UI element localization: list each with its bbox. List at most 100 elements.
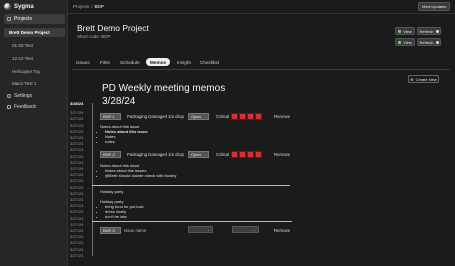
critical-level-box[interactable] (247, 113, 254, 120)
sheets-view-button[interactable]: View (395, 38, 415, 46)
memo-date-item[interactable]: 3/27/24 (70, 129, 83, 134)
memo-date-item[interactable]: 3/27/24 (70, 185, 83, 190)
view-updates-button[interactable]: View Updates (418, 2, 450, 11)
sidebar-item-active-project[interactable]: Brett Demo Project (4, 28, 65, 37)
sidebar-item-project[interactable]: 12-12 Test (12, 56, 33, 61)
header-divider (68, 13, 455, 14)
new-issue-tag-select[interactable]: BDP-3 (100, 227, 121, 234)
memo-date-item[interactable]: 3/27/24 (70, 234, 83, 239)
critical-label: Critical (216, 152, 230, 157)
sidebar-item-project[interactable]: 01-03 Test (12, 43, 33, 48)
new-issue-status-select[interactable]: ⌄ (188, 226, 213, 233)
memo-date-item[interactable]: 3/27/24 (70, 172, 83, 177)
memo-date-item[interactable]: 3/27/24 (70, 178, 83, 183)
remove-issue-button[interactable]: Remove (274, 114, 290, 119)
issue-name: Packaging Damaged 1m drop (127, 152, 184, 157)
general-notes-body[interactable]: Holiday party bring food for pot luck dr… (100, 199, 143, 219)
section-divider (92, 185, 290, 186)
remove-issue-button[interactable]: Remove (274, 228, 290, 233)
new-issue-critical-select[interactable]: ⌄ (232, 226, 259, 233)
gear-icon (7, 94, 11, 98)
remove-issue-button[interactable]: Remove (274, 152, 290, 157)
note-bullet: @Brett should double check with factory (105, 173, 176, 178)
breadcrumb-projects[interactable]: Projects (73, 4, 89, 9)
general-notes[interactable]: Holiday party (100, 189, 123, 194)
sidebar-item-settings[interactable]: Settings (4, 91, 65, 101)
issue-tag-select[interactable]: BDP-2 (100, 151, 121, 158)
issue-status-select[interactable]: Open (188, 113, 209, 120)
memo-date-item[interactable]: 3/27/24 (70, 135, 83, 140)
tab-insight[interactable]: Insight (177, 58, 191, 66)
memo-date-item[interactable]: 3/27/24 (70, 123, 83, 128)
critical-label: Critical (216, 114, 230, 119)
note-bullet: don't be late (105, 214, 143, 219)
breadcrumb-separator: / (91, 4, 93, 9)
sheets-refresh-button[interactable]: Refresh (417, 38, 441, 46)
tab-files[interactable]: Files (100, 58, 110, 66)
critical-level-box[interactable] (239, 113, 246, 120)
chevron-down-icon: ⌄ (206, 227, 210, 232)
critical-level-box[interactable] (239, 151, 246, 158)
page-title: Brett Demo Project (77, 23, 149, 33)
slides-icon (398, 29, 402, 33)
button-label: View (403, 28, 412, 34)
memo-date: 3/28/24 (102, 96, 136, 107)
refresh-icon (435, 40, 439, 44)
memo-date-item[interactable]: 3/27/24 (70, 191, 83, 196)
sidebar-item-projects[interactable]: Projects (4, 14, 65, 24)
critical-level-box[interactable] (231, 151, 238, 158)
button-label: Refresh (419, 39, 434, 45)
breadcrumb-current: BDP (94, 4, 104, 9)
plus-circle-icon: ⊕ (410, 76, 414, 82)
memo-date-item[interactable]: 3/27/24 (70, 141, 83, 146)
new-issue-name-placeholder[interactable]: Issue name (124, 228, 146, 233)
sidebar-item-project[interactable]: Helicopter Toy (12, 69, 40, 74)
tab-checklist[interactable]: Checklist (200, 58, 219, 66)
memo-date-item[interactable]: 3/27/24 (70, 110, 83, 115)
issue-notes[interactable]: Notes about this issue Notes about this … (100, 163, 176, 178)
issue-tag-select[interactable]: BDP-1 (100, 113, 121, 120)
tab-issues[interactable]: Issues (76, 58, 90, 66)
memo-divider-vertical (92, 103, 93, 256)
slides-refresh-button[interactable]: Refresh (417, 27, 441, 35)
sidebar-item-label: Settings (14, 93, 33, 99)
button-label: Refresh (419, 28, 434, 34)
button-label: View (403, 39, 412, 45)
memo-date-item[interactable]: 3/27/24 (70, 209, 83, 214)
memo-date-item[interactable]: 3/27/24 (70, 197, 83, 202)
critical-level-box[interactable] (255, 113, 262, 120)
button-label: Create New (415, 76, 437, 82)
memo-date-item[interactable]: 3/27/24 (70, 216, 83, 221)
memo-date-item[interactable]: 3/27/24 (70, 154, 83, 159)
memo-date-item[interactable]: 3/27/24 (70, 116, 83, 121)
tab-memos[interactable]: Memos (146, 58, 171, 66)
breadcrumb: Projects / BDP (73, 4, 104, 9)
sidebar-item-feedback[interactable]: Feedback (4, 102, 65, 112)
memo-date-item[interactable]: 3/27/24 (70, 247, 83, 252)
folder-icon (7, 17, 11, 21)
memo-date-item[interactable]: 3/27/24 (70, 166, 83, 171)
memo-date-item[interactable]: 3/27/24 (70, 203, 83, 208)
sidebar: Sygma Projects Brett Demo Project 01-03 … (0, 0, 68, 266)
memo-date-item[interactable]: 3/27/24 (70, 240, 83, 245)
tabs-divider (72, 69, 450, 70)
app-brand[interactable]: Sygma (4, 3, 34, 10)
tab-schedule[interactable]: Schedule (120, 58, 140, 66)
critical-level-box[interactable] (231, 113, 238, 120)
critical-level-box[interactable] (255, 151, 262, 158)
sygma-logo-icon (4, 3, 11, 10)
memo-date-item[interactable]: 3/27/24 (70, 147, 83, 152)
refresh-icon (435, 29, 439, 33)
memo-date-item[interactable]: 3/27/24 (70, 222, 83, 227)
critical-level-box[interactable] (247, 151, 254, 158)
memo-date-item[interactable]: 3/28/24 (70, 101, 83, 106)
issue-notes[interactable]: Notes about this issue Notes about this … (100, 124, 148, 144)
create-new-button[interactable]: ⊕ Create New (408, 75, 439, 83)
issue-name: Packaging Damaged 1m drop (127, 114, 184, 119)
issue-status-select[interactable]: Open (188, 151, 209, 158)
sidebar-item-project[interactable]: Mario Test 1 (12, 81, 36, 86)
memo-date-item[interactable]: 3/27/24 (70, 228, 83, 233)
memo-date-item[interactable]: 3/27/24 (70, 253, 83, 258)
memo-date-item[interactable]: 3/27/24 (70, 160, 83, 165)
slides-view-button[interactable]: View (395, 27, 415, 35)
